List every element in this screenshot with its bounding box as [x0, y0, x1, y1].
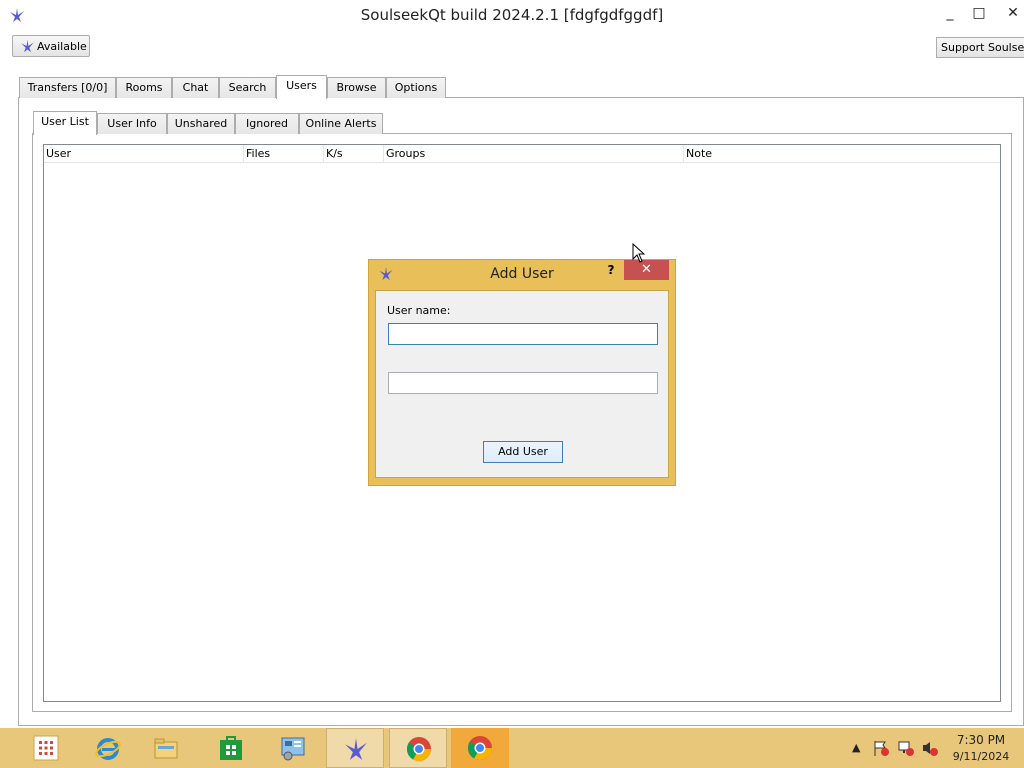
control-panel-icon [281, 737, 305, 761]
username-input[interactable] [388, 323, 658, 345]
tab-search[interactable]: Search [219, 77, 276, 98]
tab-ignored[interactable]: Ignored [235, 113, 299, 134]
soulseek-bird-icon [21, 39, 34, 53]
maximize-button[interactable]: □ [962, 2, 996, 24]
add-user-button[interactable]: Add User [483, 441, 563, 463]
taskbar-chrome-2[interactable] [451, 728, 509, 768]
secondary-input[interactable] [388, 372, 658, 394]
add-user-dialog: Add User ? ✕ User name: Add User [368, 259, 676, 486]
tab-user-list[interactable]: User List [33, 111, 97, 135]
internet-explorer-icon [95, 738, 121, 760]
title-bar: SoulseekQt build 2024.2.1 [fdgfgdfggdf] … [0, 0, 1024, 30]
column-header-speed[interactable]: K/s [324, 145, 384, 162]
taskbar: ▲ 7:30 PM 9/11/2024 [0, 728, 1024, 768]
folder-icon [154, 738, 178, 759]
chrome-icon [468, 736, 492, 761]
tab-chat[interactable]: Chat [172, 77, 219, 98]
network-icon[interactable] [897, 739, 915, 757]
help-button[interactable]: ? [604, 263, 618, 281]
mouse-cursor-icon [632, 243, 646, 263]
store-bag-icon [220, 736, 242, 760]
tab-browse[interactable]: Browse [327, 77, 386, 98]
start-button[interactable] [17, 728, 75, 768]
table-header: User Files K/s Groups Note [44, 145, 1000, 163]
column-header-files[interactable]: Files [244, 145, 324, 162]
taskbar-store[interactable] [202, 728, 260, 768]
tab-unshared[interactable]: Unshared [167, 113, 235, 134]
tab-users[interactable]: Users [276, 75, 327, 99]
dialog-close-button[interactable]: ✕ [624, 260, 669, 280]
taskbar-control-panel[interactable] [264, 728, 322, 768]
column-header-groups[interactable]: Groups [384, 145, 684, 162]
tab-online-alerts[interactable]: Online Alerts [299, 113, 383, 134]
column-header-note[interactable]: Note [684, 145, 1000, 162]
column-header-user[interactable]: User [44, 145, 244, 162]
volume-muted-icon[interactable] [921, 739, 939, 757]
status-label: Available [37, 40, 87, 53]
start-grid-icon [33, 735, 59, 761]
tab-user-info[interactable]: User Info [97, 113, 167, 134]
action-center-flag-icon[interactable] [872, 739, 890, 757]
clock-time[interactable]: 7:30 PM [946, 733, 1016, 747]
tab-rooms[interactable]: Rooms [116, 77, 172, 98]
window-title: SoulseekQt build 2024.2.1 [fdgfgdfggdf] [360, 6, 664, 24]
support-soulseek-button[interactable]: Support Soulseek [936, 37, 1024, 58]
tab-options[interactable]: Options [386, 77, 446, 98]
taskbar-internet-explorer[interactable] [79, 728, 137, 768]
clock-date[interactable]: 9/11/2024 [946, 750, 1016, 763]
taskbar-file-explorer[interactable] [137, 728, 195, 768]
tab-transfers[interactable]: Transfers [0/0] [19, 77, 116, 98]
taskbar-soulseek[interactable] [326, 728, 384, 768]
close-window-button[interactable]: ✕ [996, 2, 1024, 24]
show-hidden-icons-chevron-icon[interactable]: ▲ [852, 741, 860, 754]
chrome-icon [407, 737, 431, 762]
status-button[interactable]: Available [12, 35, 90, 57]
username-label: User name: [387, 304, 451, 317]
dialog-body: User name: Add User [375, 290, 669, 478]
soulseek-bird-icon [345, 738, 367, 760]
taskbar-chrome-1[interactable] [389, 728, 447, 768]
